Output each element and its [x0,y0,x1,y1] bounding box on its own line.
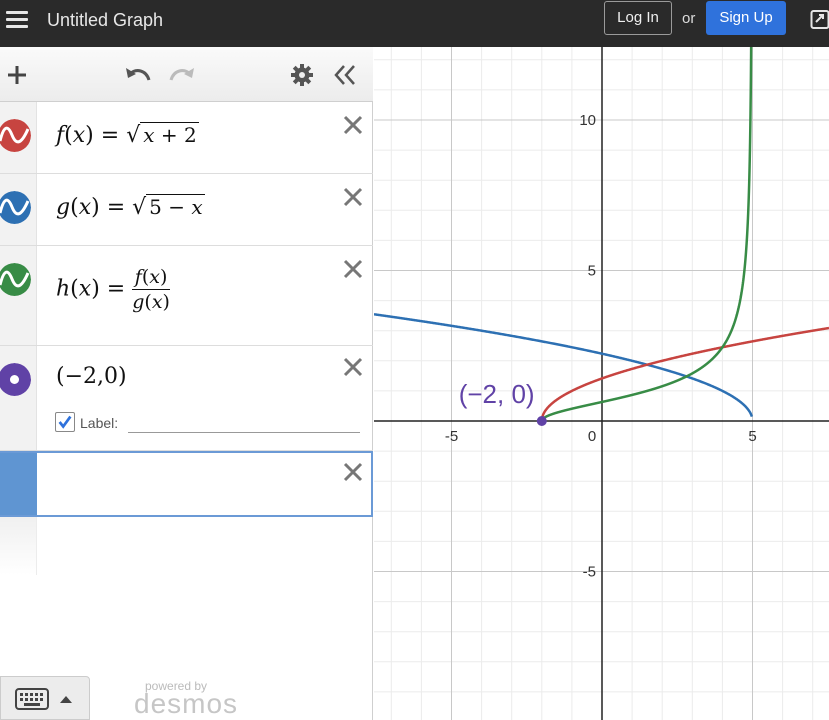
close-icon[interactable] [342,258,364,280]
share-icon[interactable] [810,8,829,30]
graph-title[interactable]: Untitled Graph [47,10,163,31]
axes [374,47,829,720]
expression-item-point[interactable]: (−2,0) Label: [0,346,373,451]
expression-math-h[interactable]: h(x) = f(x) g(x) [56,266,170,313]
curve-g[interactable] [374,313,754,418]
expression-toolbar [0,47,373,102]
signup-button[interactable]: Sign Up [706,1,786,35]
redo-icon[interactable] [168,64,196,84]
close-icon[interactable] [342,461,364,483]
menu-icon[interactable] [6,11,28,29]
label-input[interactable] [128,432,360,433]
new-expression-input[interactable] [0,451,373,517]
undo-icon[interactable] [124,64,152,84]
expression-math-f[interactable]: f(x) = √ x + 2 [56,122,199,148]
y-tick-label: 5 [588,263,596,280]
caret-up-icon [60,696,72,703]
keyboard-icon [15,688,49,710]
x-tick-label: -5 [445,428,458,445]
expression-math-g[interactable]: g(x) = √ 5 − x [56,194,205,220]
x-tick-label: 0 [588,428,596,445]
y-tick-label: -5 [583,564,596,581]
x-tick-label: 5 [748,428,756,445]
login-button[interactable]: Log In [604,1,672,35]
curve-f[interactable] [540,326,829,422]
top-bar: Untitled Graph Log In or Sign Up [0,0,829,47]
or-text: or [682,10,696,27]
gear-icon[interactable] [290,63,314,87]
active-gutter [0,453,37,515]
close-icon[interactable] [342,356,364,378]
close-icon[interactable] [342,186,364,208]
graph-canvas[interactable]: -5 0 5 10 5 -5 (−2, 0) [374,47,829,720]
collapse-icon[interactable] [333,64,357,86]
y-tick-label: 10 [579,112,596,129]
label-checkbox[interactable] [55,412,75,432]
add-icon[interactable] [6,64,28,86]
expression-item-f[interactable]: f(x) = √ x + 2 [0,102,373,174]
point-label: (−2, 0) [459,379,535,409]
expression-item-h[interactable]: h(x) = f(x) g(x) [0,246,373,346]
expression-gutter [0,346,37,450]
label-checkbox-text: Label: [80,415,119,431]
expression-item-g[interactable]: g(x) = √ 5 − x [0,174,373,246]
point-marker[interactable] [536,416,547,426]
expression-math-point[interactable]: (−2,0) [56,364,127,389]
close-icon[interactable] [342,114,364,136]
tick-labels: -5 0 5 10 5 -5 [445,112,757,581]
graph-paper[interactable]: -5 0 5 10 5 -5 (−2, 0) [374,47,829,720]
expression-gutter [0,517,37,575]
expression-panel: f(x) = √ x + 2 g(x) = √ 5 − x h(x) = f(x) g… [0,47,373,720]
desmos-logo[interactable]: desmos [134,688,238,720]
keypad-toggle[interactable] [0,676,90,720]
